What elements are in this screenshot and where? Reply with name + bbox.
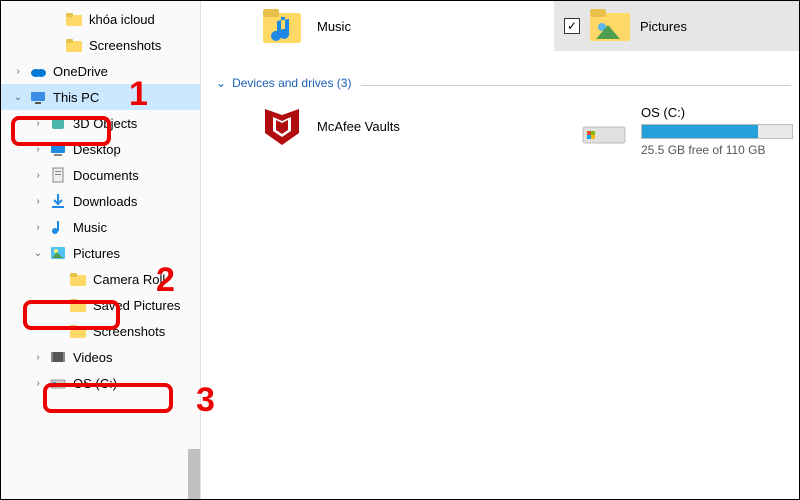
spacer-icon xyxy=(51,272,65,286)
drive-capacity-bar xyxy=(641,124,793,139)
preview-label: Pictures xyxy=(640,19,687,34)
tree-item-camera-roll[interactable]: Camera Roll xyxy=(1,266,200,292)
section-devices-drives[interactable]: ⌄ Devices and drives (3) xyxy=(216,76,351,90)
section-label: Devices and drives (3) xyxy=(232,76,351,90)
folder-music[interactable]: Music xyxy=(261,5,351,47)
pc-icon xyxy=(29,88,47,106)
item-mcafee-vaults[interactable]: McAfee Vaults xyxy=(261,105,400,147)
mcafee-icon xyxy=(261,105,303,147)
tree-label: Music xyxy=(73,220,107,235)
scrollbar-thumb[interactable] xyxy=(188,449,200,499)
folder-icon xyxy=(69,270,87,288)
spacer-icon xyxy=(47,38,61,52)
mcafee-label: McAfee Vaults xyxy=(317,119,400,134)
chevron-down-icon: ⌄ xyxy=(216,76,226,90)
tree-label: Videos xyxy=(73,350,113,365)
tree-item-pictures[interactable]: ⌄ Pictures xyxy=(1,240,200,266)
spacer-icon xyxy=(51,298,65,312)
tree-item-screenshots[interactable]: Screenshots xyxy=(1,318,200,344)
tree-label: Saved Pictures xyxy=(93,298,180,313)
chevron-right-icon[interactable]: › xyxy=(31,116,45,130)
checkbox-icon[interactable]: ✓ xyxy=(564,18,580,34)
tree-label: Camera Roll xyxy=(93,272,165,287)
tree-item-kh-a-icloud[interactable]: khóa icloud xyxy=(1,6,200,32)
tree-item-os-c-[interactable]: › OS (C:) xyxy=(1,370,200,396)
preview-bar: ✓ Pictures xyxy=(554,1,799,51)
chevron-right-icon[interactable]: › xyxy=(31,142,45,156)
drive-icon xyxy=(581,105,627,150)
tree-item-saved-pictures[interactable]: Saved Pictures xyxy=(1,292,200,318)
tree-item-desktop[interactable]: › Desktop xyxy=(1,136,200,162)
tree-label: OneDrive xyxy=(53,64,108,79)
tree-item-downloads[interactable]: › Downloads xyxy=(1,188,200,214)
music-icon xyxy=(49,218,67,236)
chevron-down-icon[interactable]: ⌄ xyxy=(11,90,25,104)
onedrive-icon xyxy=(29,62,47,80)
tree-label: khóa icloud xyxy=(89,12,155,27)
tree-label: Desktop xyxy=(73,142,121,157)
music-icon xyxy=(261,5,303,47)
spacer-icon xyxy=(47,12,61,26)
tree-item-music[interactable]: › Music xyxy=(1,214,200,240)
pictures-icon xyxy=(590,9,630,44)
nav-tree: khóa icloud Screenshots › OneDrive ⌄ This PC ›… xyxy=(1,1,201,499)
tree-label: Screenshots xyxy=(89,38,161,53)
folder-icon xyxy=(65,36,83,54)
tree-item-videos[interactable]: › Videos xyxy=(1,344,200,370)
spacer-icon xyxy=(51,324,65,338)
videos-icon xyxy=(49,348,67,366)
drive-label: OS (C:) xyxy=(641,105,793,120)
downloads-icon xyxy=(49,192,67,210)
tree-label: Downloads xyxy=(73,194,137,209)
chevron-right-icon[interactable]: › xyxy=(31,376,45,390)
tree-label: This PC xyxy=(53,90,99,105)
tree-label: Pictures xyxy=(73,246,120,261)
tree-item-this-pc[interactable]: ⌄ This PC xyxy=(1,84,200,110)
chevron-right-icon[interactable]: › xyxy=(31,194,45,208)
chevron-right-icon[interactable]: › xyxy=(31,220,45,234)
folder-icon xyxy=(65,10,83,28)
chevron-right-icon[interactable]: › xyxy=(11,64,25,78)
3d-icon xyxy=(49,114,67,132)
tree-label: 3D Objects xyxy=(73,116,137,131)
main-content: ✓ Pictures Music ⌄ Devices and drives (3… xyxy=(201,1,799,499)
drive-free-text: 25.5 GB free of 110 GB xyxy=(641,143,793,157)
music-label: Music xyxy=(317,19,351,34)
tree-label: Documents xyxy=(73,168,139,183)
pictures-icon xyxy=(49,244,67,262)
folder-icon xyxy=(69,322,87,340)
drive-icon xyxy=(49,374,67,392)
desktop-icon xyxy=(49,140,67,158)
chevron-right-icon[interactable]: › xyxy=(31,168,45,182)
chevron-right-icon[interactable]: › xyxy=(31,350,45,364)
tree-label: OS (C:) xyxy=(73,376,117,391)
chevron-down-icon[interactable]: ⌄ xyxy=(31,246,45,260)
tree-item-3d-objects[interactable]: › 3D Objects xyxy=(1,110,200,136)
tree-item-documents[interactable]: › Documents xyxy=(1,162,200,188)
documents-icon xyxy=(49,166,67,184)
folder-icon xyxy=(69,296,87,314)
tree-item-screenshots[interactable]: Screenshots xyxy=(1,32,200,58)
item-drive-c[interactable]: OS (C:) 25.5 GB free of 110 GB xyxy=(581,105,793,157)
tree-item-onedrive[interactable]: › OneDrive xyxy=(1,58,200,84)
tree-label: Screenshots xyxy=(93,324,165,339)
